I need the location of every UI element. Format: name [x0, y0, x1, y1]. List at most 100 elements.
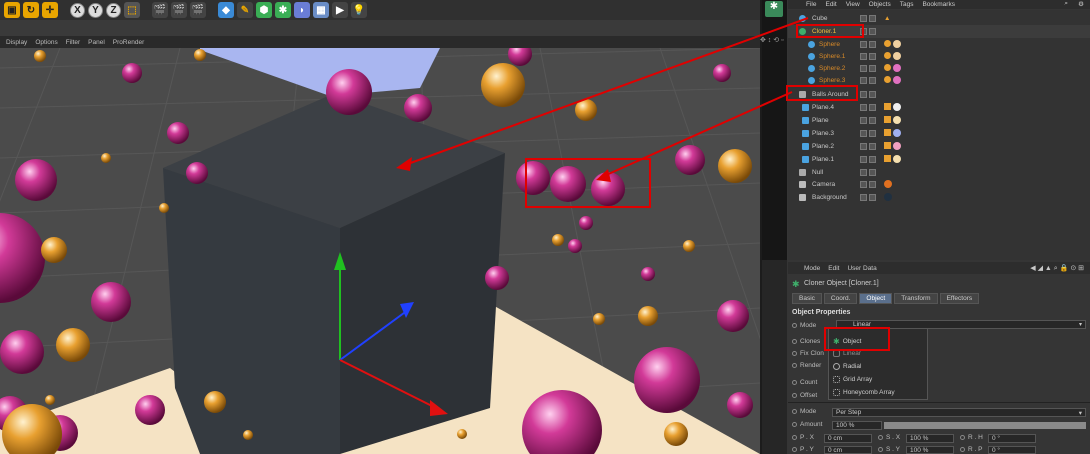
attr-menu-edit[interactable]: Edit — [828, 265, 839, 272]
search-icon[interactable]: ⌕ — [1064, 0, 1068, 8]
background-tag-icon[interactable] — [884, 193, 892, 202]
material-tag-icon[interactable] — [884, 40, 901, 49]
visibility-toggles[interactable] — [860, 180, 876, 188]
viewport-menu-display[interactable]: Display — [6, 39, 27, 46]
viewport-menu-prorender[interactable]: ProRender — [113, 39, 144, 46]
visibility-toggles[interactable] — [860, 168, 876, 176]
visibility-toggles[interactable] — [860, 129, 876, 137]
deformer-icon[interactable]: ◗ — [294, 2, 310, 18]
menu-edit[interactable]: Edit — [825, 1, 836, 8]
light-icon[interactable]: 💡 — [351, 2, 367, 18]
coordinate-system-icon[interactable]: ⬚ — [124, 2, 140, 18]
visibility-toggles[interactable] — [860, 76, 876, 84]
visibility-toggles[interactable] — [860, 142, 876, 150]
object-row-sphere[interactable]: Sphere — [788, 38, 1090, 51]
sx-field[interactable]: 100 % — [906, 434, 954, 443]
object-row-sphere-2[interactable]: Sphere.2 — [788, 62, 1090, 75]
tab-basic[interactable]: Basic — [792, 293, 822, 304]
material-tag-icon[interactable] — [884, 103, 901, 112]
viewport-menu-panel[interactable]: Panel — [88, 39, 105, 46]
dropdown-grid-array[interactable]: Grid Array — [833, 376, 872, 383]
visibility-toggles[interactable] — [860, 64, 876, 72]
object-row-cube[interactable]: Cube ▲ — [788, 12, 1090, 25]
3d-viewport[interactable] — [0, 48, 760, 454]
object-row-plane-3[interactable]: Plane.3 — [788, 127, 1090, 140]
amount-slider[interactable] — [884, 422, 1086, 429]
menu-file[interactable]: File — [806, 1, 816, 8]
rh-field[interactable]: 0 ° — [988, 434, 1036, 443]
render-settings-icon[interactable]: 🎬 — [190, 2, 206, 18]
material-tag-icon[interactable] — [884, 142, 901, 151]
move-icon[interactable]: ✛ — [42, 2, 58, 18]
visibility-toggles[interactable] — [860, 52, 876, 60]
object-row-sphere-1[interactable]: Sphere.1 — [788, 50, 1090, 63]
material-tag-icon[interactable] — [884, 155, 901, 164]
dropdown-linear[interactable]: Linear — [833, 350, 861, 357]
plane-icon — [802, 129, 809, 137]
mode2-select[interactable]: Per Step ▾ — [832, 408, 1086, 417]
object-manager-menu: File Edit View Objects Tags Bookmarks ⌕ … — [788, 0, 1090, 9]
visibility-toggles[interactable] — [860, 90, 876, 98]
dropdown-radial[interactable]: Radial — [833, 363, 861, 370]
subdivision-icon[interactable]: ⬢ — [256, 2, 272, 18]
visibility-toggles[interactable] — [860, 155, 876, 163]
menu-tags[interactable]: Tags — [900, 1, 914, 8]
cloner-tool-icon[interactable]: ✱ — [765, 1, 783, 17]
settings-icon[interactable]: ⚙ — [1078, 0, 1084, 8]
object-row-background[interactable]: Background — [788, 191, 1090, 204]
tab-object[interactable]: Object — [859, 293, 893, 304]
render-picture-viewer-icon[interactable]: 🎬 — [171, 2, 187, 18]
menu-bookmarks[interactable]: Bookmarks — [922, 1, 955, 8]
mode-row: Mode — [792, 322, 816, 329]
tab-effectors[interactable]: Effectors — [939, 293, 980, 304]
cloner-icon[interactable]: ✱ — [275, 2, 291, 18]
attr-menu-userdata[interactable]: User Data — [847, 265, 876, 272]
visibility-toggles[interactable] — [860, 103, 876, 111]
sy-row: S . Y — [878, 446, 900, 453]
floor-icon[interactable]: ▦ — [313, 2, 329, 18]
y-axis-button[interactable]: Y — [88, 2, 103, 18]
object-row-plane-4[interactable]: Plane.4 — [788, 101, 1090, 114]
py-field[interactable]: 0 cm — [824, 446, 872, 454]
z-axis-button[interactable]: Z — [106, 2, 121, 18]
object-row-plane[interactable]: Plane — [788, 114, 1090, 127]
menu-view[interactable]: View — [846, 1, 860, 8]
visibility-toggles[interactable] — [860, 193, 876, 201]
live-selection-icon[interactable]: ▣ — [4, 2, 20, 18]
material-tag-icon[interactable] — [884, 52, 901, 61]
cube-primitive-icon[interactable]: ◆ — [218, 2, 234, 18]
viewport-nav-icons[interactable]: ✥ ↕ ⟲ ▫ — [760, 36, 790, 46]
attr-nav-icons[interactable]: ◀ ◢ ▲ ⌕ 🔒 ⊙ ⊞ — [1030, 264, 1084, 273]
material-tag-icon[interactable] — [884, 116, 901, 125]
object-row-camera[interactable]: Camera — [788, 178, 1090, 191]
material-tag-icon[interactable] — [884, 129, 901, 138]
visibility-toggles[interactable] — [860, 40, 876, 48]
object-row-plane-1[interactable]: Plane.1 — [788, 153, 1090, 166]
rp-field[interactable]: 0 ° — [988, 446, 1036, 454]
tab-transform[interactable]: Transform — [894, 293, 938, 304]
render-view-icon[interactable]: 🎬 — [152, 2, 168, 18]
object-row-null[interactable]: Null — [788, 166, 1090, 179]
camera-icon[interactable]: ▶ — [332, 2, 348, 18]
rotate-icon[interactable]: ↻ — [23, 2, 39, 18]
tab-coord[interactable]: Coord. — [823, 293, 858, 304]
x-axis-button[interactable]: X — [70, 2, 85, 18]
pen-icon[interactable]: ✎ — [237, 2, 253, 18]
texture-tag-icon[interactable]: ▲ — [884, 15, 890, 22]
dropdown-honeycomb-array[interactable]: Honeycomb Array — [833, 389, 895, 396]
material-tag-icon[interactable] — [884, 76, 901, 85]
attr-menu-mode[interactable]: Mode — [804, 265, 820, 272]
visibility-toggles[interactable] — [860, 116, 876, 124]
annotation-box-balls — [525, 158, 651, 208]
object-row-plane-2[interactable]: Plane.2 — [788, 140, 1090, 153]
menu-objects[interactable]: Objects — [869, 1, 891, 8]
camera-tag-icon[interactable] — [884, 180, 892, 189]
visibility-toggles[interactable] — [860, 14, 876, 22]
material-tag-icon[interactable] — [884, 64, 901, 73]
viewport-menu-filter[interactable]: Filter — [66, 39, 80, 46]
sy-field[interactable]: 100 % — [906, 446, 954, 454]
viewport-menu-options[interactable]: Options — [35, 39, 57, 46]
amount-field[interactable]: 100 % — [832, 421, 882, 430]
px-field[interactable]: 0 cm — [824, 434, 872, 443]
mode2-value: Per Step — [836, 409, 862, 416]
